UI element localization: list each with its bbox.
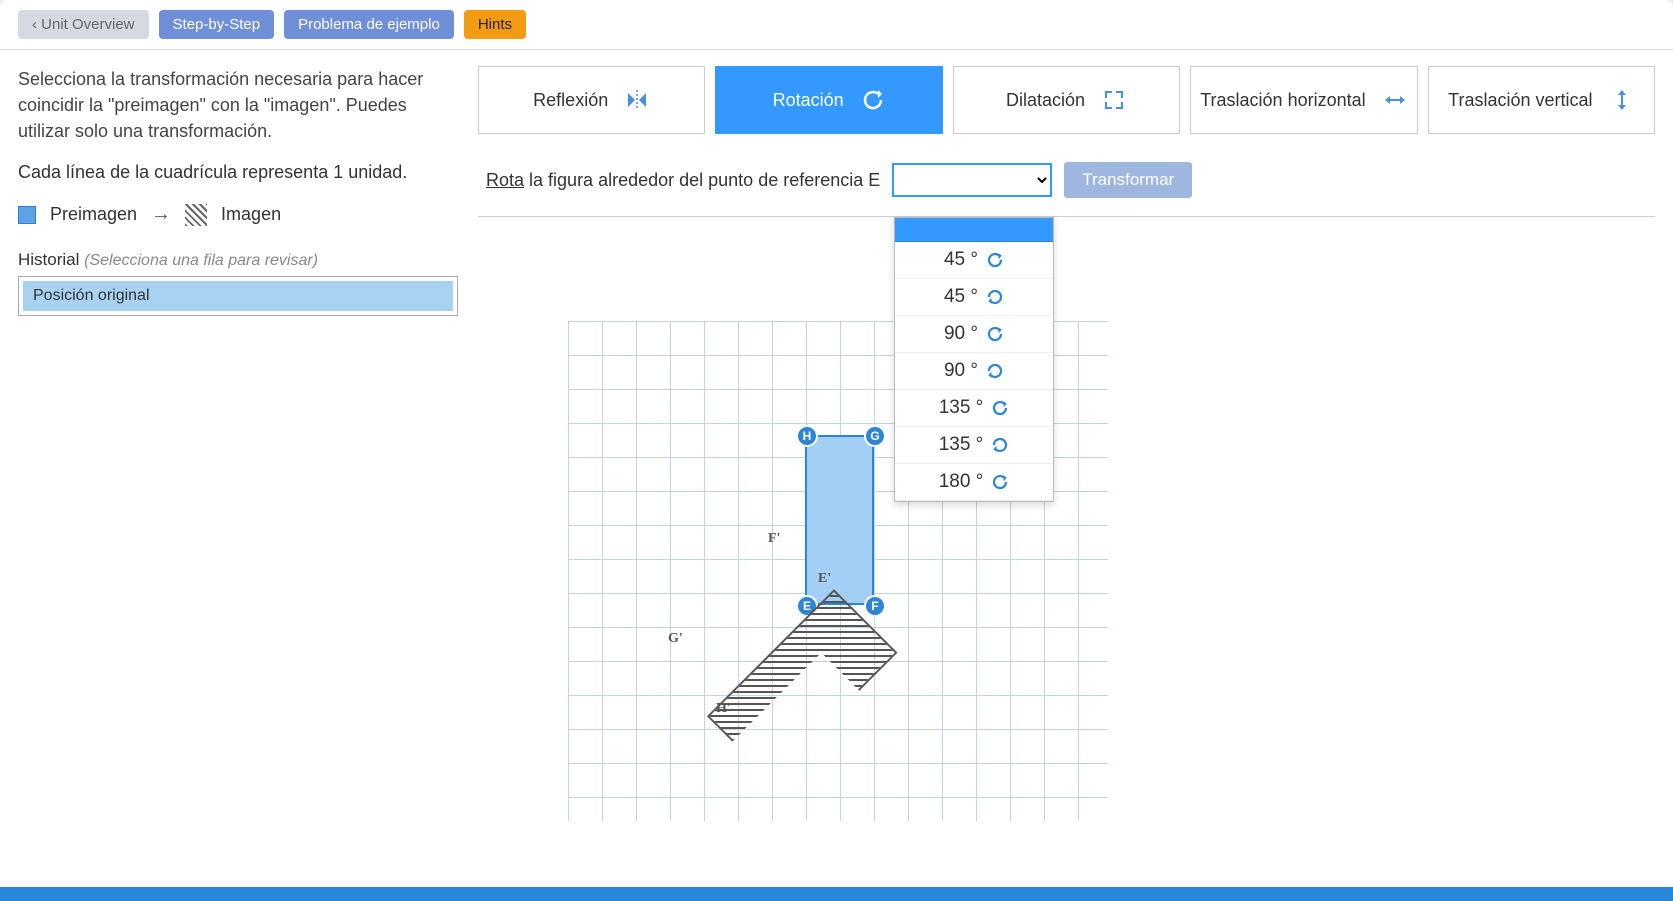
vertex-H[interactable]: H [796,425,818,447]
dropdown-option[interactable]: 135 ° [895,390,1053,427]
history-list: Posición original [18,276,458,316]
step-by-step-button[interactable]: Step-by-Step [159,10,275,39]
dropdown-option[interactable]: 45 ° [895,242,1053,279]
dilatacion-button[interactable]: Dilatación [953,66,1180,134]
legend: Preimagen → Imagen [18,203,458,226]
top-nav: ‹ Unit Overview Step-by-Step Problema de… [0,0,1673,50]
vertex-Ep-label: E' [818,571,831,587]
dropdown-option[interactable]: 135 ° [895,427,1053,464]
footer-bar [0,887,1673,901]
workspace: 45 ° 45 ° 90 ° 90 ° 135 ° 135 ° 180 ° H … [478,231,1655,887]
traslacion-h-icon [1382,87,1408,113]
traslacion-v-icon [1609,87,1635,113]
transform-toolbar: Reflexión Rotación Dilatación [478,66,1655,134]
example-problem-button[interactable]: Problema de ejemplo [284,10,454,39]
unit-overview-button[interactable]: ‹ Unit Overview [18,10,149,39]
hints-button[interactable]: Hints [464,10,526,39]
dropdown-option[interactable]: 90 ° [895,316,1053,353]
image-label: Imagen [221,204,281,225]
vertex-Hp-label: H' [716,701,731,717]
action-row: Rota la figura alrededor del punto de re… [478,148,1655,217]
preimage-label: Preimagen [50,204,137,225]
rotacion-icon [860,87,886,113]
vertex-Gp-label: G' [668,631,683,647]
history-heading: Historial (Selecciona una fila para revi… [18,250,458,270]
reflexion-icon [624,87,650,113]
vertex-Fp-label: F' [768,531,780,547]
rotacion-button[interactable]: Rotación [715,66,942,134]
degree-select[interactable] [892,163,1052,197]
dilatacion-icon [1101,87,1127,113]
traslacion-vertical-button[interactable]: Traslación vertical [1428,66,1655,134]
app-frame: ‹ Unit Overview Step-by-Step Problema de… [0,0,1673,901]
reflexion-button[interactable]: Reflexión [478,66,705,134]
dropdown-option[interactable]: 180 ° [895,464,1053,501]
history-item[interactable]: Posición original [23,281,453,311]
action-text: Rota la figura alrededor del punto de re… [486,170,880,191]
image-shape[interactable] [692,541,832,741]
image-swatch [185,204,207,226]
grid-unit-text: Cada línea de la cuadrícula representa 1… [18,162,458,183]
dropdown-option[interactable]: 90 ° [895,353,1053,390]
preimage-swatch [18,206,36,224]
right-panel: Reflexión Rotación Dilatación [478,66,1655,887]
dropdown-option[interactable]: 45 ° [895,279,1053,316]
dropdown-option-blank[interactable] [895,218,1053,242]
degree-dropdown: 45 ° 45 ° 90 ° 90 ° 135 ° 135 ° 180 ° [894,217,1054,502]
transformar-button[interactable]: Transformar [1064,162,1192,198]
vertex-G[interactable]: G [864,425,886,447]
traslacion-horizontal-button[interactable]: Traslación horizontal [1190,66,1417,134]
vertex-F[interactable]: F [864,595,886,617]
left-panel: Selecciona la transformación necesaria p… [18,66,458,887]
instructions-text: Selecciona la transformación necesaria p… [18,66,458,144]
arrow-icon: → [151,203,171,226]
